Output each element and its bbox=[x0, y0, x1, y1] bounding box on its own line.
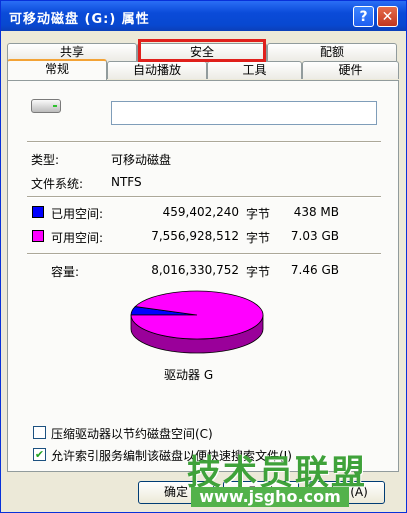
tab-row-front: 常规 自动播放 工具 硬件 bbox=[7, 59, 399, 80]
watermark-url: www.jsgho.com bbox=[191, 487, 349, 507]
volume-label-input[interactable] bbox=[111, 101, 377, 125]
capacity-label: 容量: bbox=[51, 265, 80, 279]
close-button[interactable]: ✕ bbox=[377, 6, 398, 27]
title-bar[interactable]: 可移动磁盘 (G:) 属性 ? ✕ bbox=[1, 1, 406, 31]
separator bbox=[27, 253, 381, 255]
tab-hardware[interactable]: 硬件 bbox=[302, 61, 399, 79]
help-button[interactable]: ? bbox=[353, 6, 374, 27]
used-space-unit: 字节 bbox=[246, 207, 271, 221]
index-checkbox[interactable]: ✔ bbox=[33, 448, 46, 461]
tab-quota[interactable]: 配额 bbox=[267, 43, 397, 61]
used-space-swatch bbox=[32, 206, 44, 218]
filesystem-label: 文件系统: bbox=[31, 177, 84, 191]
highlight-box bbox=[138, 39, 266, 62]
capacity-size: 7.46 GB bbox=[290, 263, 339, 277]
capacity-unit: 字节 bbox=[246, 265, 271, 279]
tab-general[interactable]: 常规 bbox=[7, 59, 107, 80]
compress-checkbox[interactable] bbox=[33, 426, 46, 439]
used-space-bytes: 459,402,240 bbox=[162, 205, 239, 219]
type-label: 类型: bbox=[31, 153, 60, 167]
free-space-size: 7.03 GB bbox=[290, 229, 339, 243]
capacity-bytes: 8,016,330,752 bbox=[151, 263, 239, 277]
type-value: 可移动磁盘 bbox=[111, 153, 172, 167]
drive-name-label: 驱动器 G bbox=[164, 368, 214, 382]
separator bbox=[27, 196, 381, 198]
properties-window: 可移动磁盘 (G:) 属性 ? ✕ 共享 安全 配额 常规 自动播放 工具 硬件… bbox=[0, 0, 407, 513]
removable-drive-icon bbox=[31, 99, 61, 113]
disk-usage-pie-chart bbox=[130, 290, 264, 354]
tab-autoplay[interactable]: 自动播放 bbox=[107, 61, 207, 79]
pie-slice-free bbox=[130, 290, 264, 340]
free-space-bytes: 7,556,928,512 bbox=[151, 229, 239, 243]
compress-label[interactable]: 压缩驱动器以节约磁盘空间(C) bbox=[51, 425, 213, 442]
tab-tools[interactable]: 工具 bbox=[207, 61, 302, 79]
free-space-swatch bbox=[32, 230, 44, 242]
separator bbox=[27, 141, 381, 143]
used-space-size: 438 MB bbox=[293, 205, 339, 219]
free-space-unit: 字节 bbox=[246, 231, 271, 245]
filesystem-value: NTFS bbox=[111, 175, 142, 189]
used-space-label: 已用空间: bbox=[51, 207, 104, 221]
window-title: 可移动磁盘 (G:) 属性 bbox=[9, 12, 150, 27]
free-space-label: 可用空间: bbox=[51, 231, 104, 245]
